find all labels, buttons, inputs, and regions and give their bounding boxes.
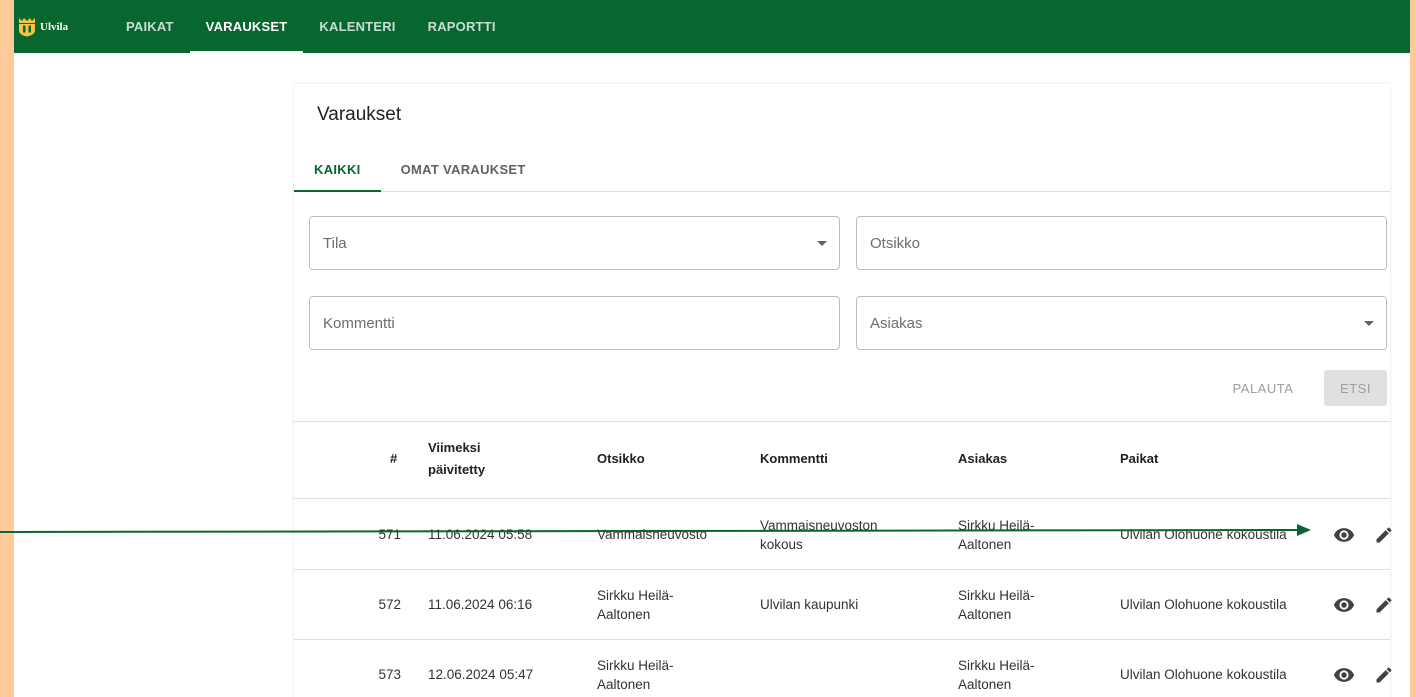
row-places: Ulvilan Olohuone kokoustila: [1120, 527, 1287, 542]
nav-paikat[interactable]: PAIKAT: [110, 0, 190, 53]
brand-name: Ulvila: [40, 20, 69, 33]
row-customer-line2: Aaltonen: [958, 677, 1012, 692]
nav-kalenteri[interactable]: KALENTERI: [303, 0, 411, 53]
column-header-updated-line2: päivitetty: [428, 462, 486, 477]
header-divider-bottom: [294, 498, 1390, 499]
page-title: Varaukset: [317, 104, 402, 125]
kommentti-input[interactable]: Kommentti: [309, 296, 840, 350]
tila-placeholder: Tila: [323, 234, 347, 252]
row-comment-line1: Ulvilan kaupunki: [760, 597, 859, 612]
logo[interactable]: Ulvila: [14, 0, 110, 53]
row-customer-line2: Aaltonen: [958, 607, 1012, 622]
header-divider-top: [294, 421, 1390, 422]
row-customer-line1: Sirkku Heilä-: [958, 588, 1035, 603]
row-id: 572: [378, 597, 401, 612]
column-header-comment: Kommentti: [760, 451, 828, 466]
eye-icon[interactable]: [1332, 593, 1356, 617]
tab-bar: KAIKKI OMAT VARAUKSET: [294, 148, 1390, 192]
reservations-card: Varaukset KAIKKI OMAT VARAUKSET Tila Ots…: [294, 84, 1392, 697]
row-comment-line2: kokous: [760, 537, 803, 552]
row-title-line1: Sirkku Heilä-: [597, 658, 674, 673]
eye-icon[interactable]: [1332, 523, 1356, 547]
reset-button[interactable]: PALAUTA: [1220, 370, 1306, 406]
pencil-icon[interactable]: [1372, 523, 1396, 547]
pencil-icon[interactable]: [1372, 663, 1396, 687]
app-bar: Ulvila PAIKAT VARAUKSET KALENTERI RAPORT…: [14, 0, 1410, 53]
row-title-line2: Aaltonen: [597, 607, 651, 622]
tila-select[interactable]: Tila: [309, 216, 840, 270]
row-title-line1: Sirkku Heilä-: [597, 588, 674, 603]
crown-shield-icon: [18, 17, 36, 37]
row-places: Ulvilan Olohuone kokoustila: [1120, 597, 1287, 612]
row-places: Ulvilan Olohuone kokoustila: [1120, 667, 1287, 682]
tab-kaikki[interactable]: KAIKKI: [294, 148, 381, 192]
row-customer-line1: Sirkku Heilä-: [958, 518, 1035, 533]
column-header-places: Paikat: [1120, 451, 1159, 466]
row-updated: 12.06.2024 05:47: [428, 667, 534, 682]
nav-raportti[interactable]: RAPORTTI: [412, 0, 512, 53]
column-header-updated-line1: Viimeksi: [428, 440, 481, 455]
row-updated: 11.06.2024 05:58: [428, 527, 533, 542]
asiakas-placeholder: Asiakas: [870, 314, 923, 332]
row-customer-line2: Aaltonen: [958, 537, 1012, 552]
dropdown-arrow-icon: [1364, 321, 1374, 326]
kommentti-placeholder: Kommentti: [323, 314, 395, 332]
pencil-icon[interactable]: [1372, 593, 1396, 617]
otsikko-input[interactable]: Otsikko: [856, 216, 1387, 270]
column-header-id: #: [390, 451, 398, 466]
row-id: 571: [378, 527, 401, 542]
app-frame: Ulvila PAIKAT VARAUKSET KALENTERI RAPORT…: [14, 0, 1410, 697]
column-header-customer: Asiakas: [958, 451, 1008, 466]
search-button[interactable]: ETSI: [1324, 370, 1387, 406]
row-updated: 11.06.2024 06:16: [428, 597, 533, 612]
row-divider: [294, 639, 1390, 640]
asiakas-select[interactable]: Asiakas: [856, 296, 1387, 350]
row-comment-line1: Vammaisneuvoston: [760, 518, 878, 533]
row-title-line2: Aaltonen: [597, 677, 651, 692]
eye-icon[interactable]: [1332, 663, 1356, 687]
row-divider: [294, 569, 1390, 570]
tab-omat-varaukset[interactable]: OMAT VARAUKSET: [381, 148, 546, 191]
otsikko-placeholder: Otsikko: [870, 234, 921, 252]
row-customer-line1: Sirkku Heilä-: [958, 658, 1035, 673]
column-header-title: Otsikko: [597, 451, 645, 466]
row-title-line1: Vammaisneuvosto: [597, 527, 708, 542]
dropdown-arrow-icon: [817, 241, 827, 246]
row-id: 573: [378, 667, 401, 682]
nav-varaukset[interactable]: VARAUKSET: [189, 0, 304, 53]
